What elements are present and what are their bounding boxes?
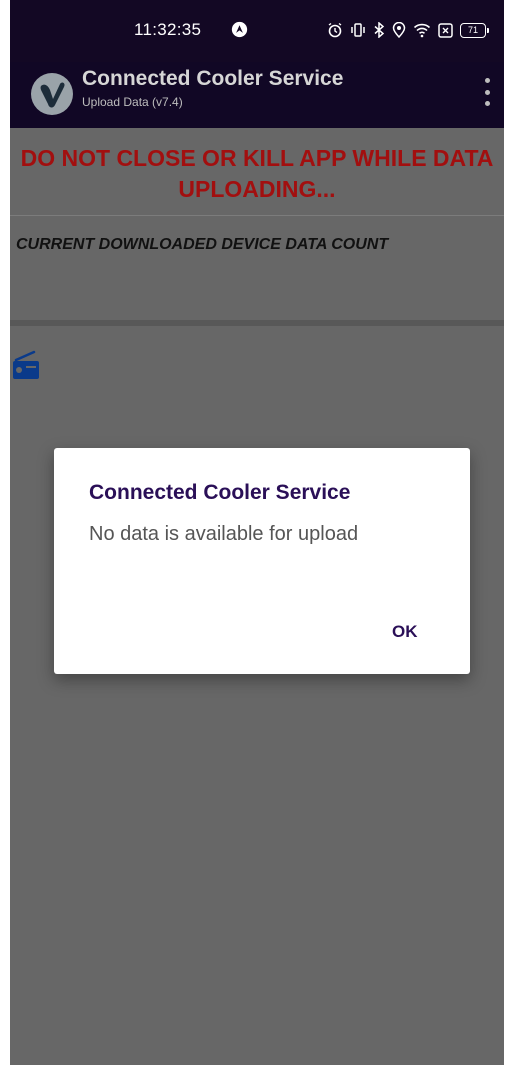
wifi-icon [413, 23, 431, 38]
warning-line-1: DO NOT CLOSE OR KILL APP WHILE DATA [20, 145, 494, 171]
upload-warning: DO NOT CLOSE OR KILL APP WHILE DATA UPLO… [10, 143, 504, 205]
battery-icon: 71 [460, 22, 489, 38]
phone-screen: 11:32:35 71 Connected Cooler Service Upl… [10, 0, 504, 1065]
section-divider [10, 320, 504, 326]
app-bar: Connected Cooler Service Upload Data (v7… [10, 62, 504, 128]
warning-line-2: UPLOADING... [178, 176, 336, 202]
dialog-title: Connected Cooler Service [89, 481, 351, 504]
app-title: Connected Cooler Service [82, 67, 344, 90]
app-subtitle: Upload Data (v7.4) [82, 95, 183, 109]
ok-button[interactable]: OK [384, 618, 426, 646]
more-vertical-icon[interactable] [480, 78, 494, 106]
location-icon [392, 22, 406, 38]
vibrate-icon [351, 23, 365, 37]
navigation-icon [231, 21, 248, 38]
device-data-count-label: CURRENT DOWNLOADED DEVICE DATA COUNT [16, 236, 389, 253]
battery-level: 71 [467, 24, 478, 35]
alarm-icon [328, 22, 342, 38]
screen-cast-icon [438, 22, 453, 38]
status-time: 11:32:35 [134, 20, 202, 39]
alert-dialog: Connected Cooler Service No data is avai… [54, 448, 470, 674]
status-bar: 11:32:35 71 [10, 0, 504, 62]
radio-device-icon [13, 350, 39, 379]
divider [10, 215, 504, 216]
status-icons: 71 [327, 21, 489, 39]
bluetooth-icon [374, 22, 385, 38]
dialog-message: No data is available for upload [89, 523, 359, 545]
app-logo-icon [31, 73, 73, 115]
